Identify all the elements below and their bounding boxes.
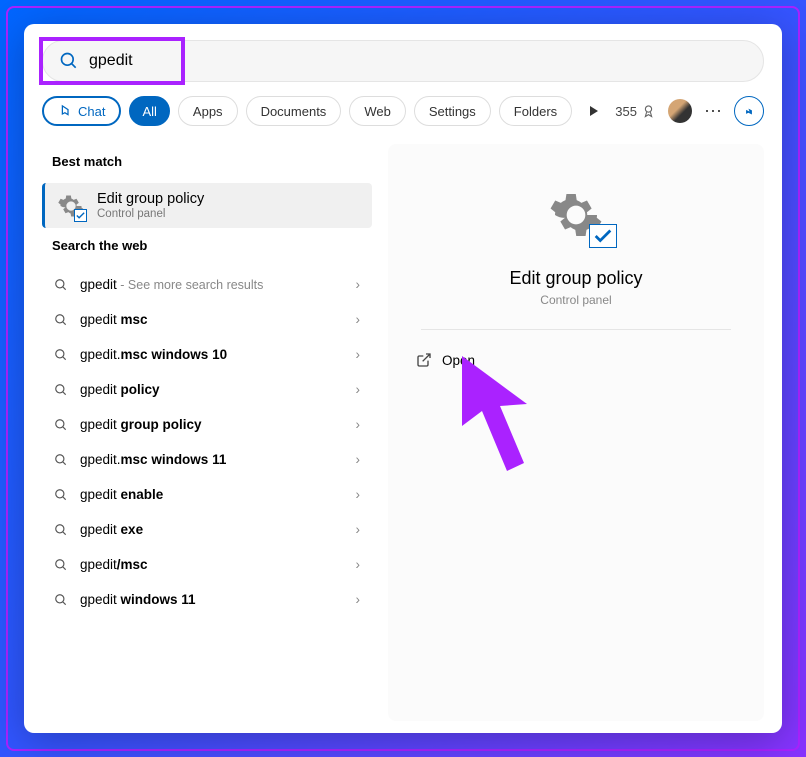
web-result-item[interactable]: gpedit.msc windows 10 ›	[42, 337, 372, 372]
filter-all[interactable]: All	[129, 96, 169, 126]
annotation-cursor-arrow	[452, 356, 562, 486]
chevron-right-icon: ›	[356, 312, 361, 327]
filter-label: Web	[364, 104, 391, 119]
filter-label: Settings	[429, 104, 476, 119]
best-match-label: Best match	[42, 144, 372, 183]
chevron-right-icon: ›	[356, 522, 361, 537]
filter-documents[interactable]: Documents	[246, 96, 342, 126]
search-icon	[54, 523, 68, 537]
filter-settings[interactable]: Settings	[414, 96, 491, 126]
web-result-text: gpedit exe	[80, 522, 143, 537]
filter-apps[interactable]: Apps	[178, 96, 238, 126]
bing-chat-icon	[58, 104, 73, 119]
main-content: Best match Edit group policy Control pan…	[42, 144, 764, 721]
search-icon	[54, 278, 68, 292]
web-result-item[interactable]: gpedit.msc windows 11 ›	[42, 442, 372, 477]
chevron-right-icon: ›	[356, 592, 361, 607]
chevron-right-icon: ›	[356, 557, 361, 572]
web-result-item[interactable]: gpedit msc ›	[42, 302, 372, 337]
search-icon	[54, 418, 68, 432]
chat-label: Chat	[78, 104, 105, 119]
play-icon	[589, 106, 599, 116]
open-button[interactable]: Open	[408, 330, 744, 368]
web-result-text: gpedit.msc windows 10	[80, 347, 227, 362]
points-value: 355	[615, 104, 637, 119]
filter-row: Chat All Apps Documents Web Settings Fol…	[42, 96, 764, 126]
search-window: Chat All Apps Documents Web Settings Fol…	[24, 24, 782, 733]
filter-web[interactable]: Web	[349, 96, 406, 126]
open-external-icon	[416, 352, 432, 368]
search-bar[interactable]	[42, 40, 764, 82]
web-result-text: gpedit windows 11	[80, 592, 196, 607]
search-web-label: Search the web	[42, 228, 372, 267]
filter-all-label: All	[142, 104, 156, 119]
web-result-text: gpedit - See more search results	[80, 277, 263, 292]
rewards-points[interactable]: 355	[615, 104, 656, 119]
search-icon	[54, 313, 68, 327]
check-icon	[589, 224, 617, 248]
chevron-right-icon: ›	[356, 382, 361, 397]
open-label: Open	[442, 353, 475, 368]
search-icon	[54, 558, 68, 572]
filter-label: Apps	[193, 104, 223, 119]
search-input[interactable]	[89, 52, 747, 70]
search-icon	[54, 593, 68, 607]
chat-pill[interactable]: Chat	[42, 96, 121, 126]
web-result-item[interactable]: gpedit exe ›	[42, 512, 372, 547]
preview-gear-icon	[541, 180, 611, 250]
bing-button[interactable]	[734, 96, 764, 126]
preview-subtitle: Control panel	[540, 293, 611, 307]
best-match-item[interactable]: Edit group policy Control panel	[42, 183, 372, 228]
best-match-subtitle: Control panel	[97, 208, 204, 220]
web-result-item[interactable]: gpedit - See more search results ›	[42, 267, 372, 302]
search-icon	[54, 488, 68, 502]
filter-label: Folders	[514, 104, 557, 119]
web-result-item[interactable]: gpedit/msc ›	[42, 547, 372, 582]
next-filters-button[interactable]	[580, 96, 607, 126]
chevron-right-icon: ›	[356, 452, 361, 467]
gear-check-icon	[57, 192, 85, 220]
web-result-text: gpedit enable	[80, 487, 163, 502]
bing-icon	[742, 104, 756, 118]
medal-icon	[641, 104, 656, 119]
filter-label: Documents	[261, 104, 327, 119]
best-match-title: Edit group policy	[97, 191, 204, 207]
chevron-right-icon: ›	[356, 417, 361, 432]
more-icon[interactable]: ⋯	[704, 101, 722, 122]
chevron-right-icon: ›	[356, 277, 361, 292]
filter-folders[interactable]: Folders	[499, 96, 572, 126]
chevron-right-icon: ›	[356, 487, 361, 502]
web-result-item[interactable]: gpedit policy ›	[42, 372, 372, 407]
web-result-text: gpedit.msc windows 11	[80, 452, 226, 467]
chevron-right-icon: ›	[356, 347, 361, 362]
web-result-text: gpedit msc	[80, 312, 148, 327]
search-icon	[54, 383, 68, 397]
web-result-item[interactable]: gpedit windows 11 ›	[42, 582, 372, 617]
avatar[interactable]	[668, 99, 692, 123]
web-result-item[interactable]: gpedit enable ›	[42, 477, 372, 512]
web-result-item[interactable]: gpedit group policy ›	[42, 407, 372, 442]
web-result-text: gpedit policy	[80, 382, 160, 397]
preview-title: Edit group policy	[509, 268, 642, 289]
web-result-text: gpedit/msc	[80, 557, 148, 572]
web-result-text: gpedit group policy	[80, 417, 202, 432]
preview-panel: Edit group policy Control panel Open	[388, 144, 764, 721]
search-icon	[59, 51, 79, 71]
search-icon	[54, 348, 68, 362]
search-icon	[54, 453, 68, 467]
results-list: Best match Edit group policy Control pan…	[42, 144, 372, 721]
